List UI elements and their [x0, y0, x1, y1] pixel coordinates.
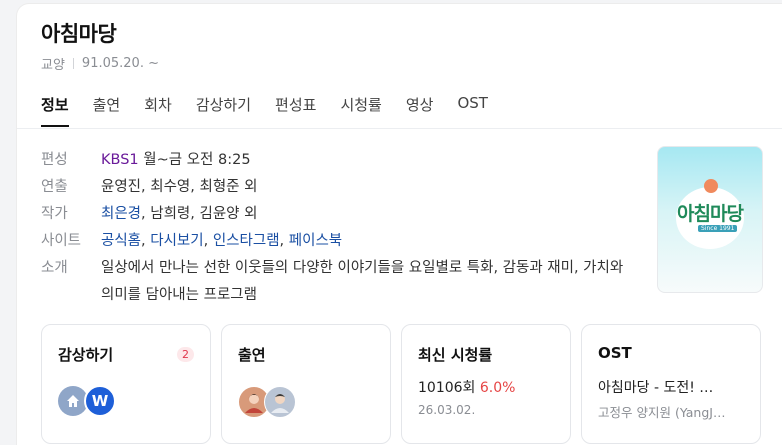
program-category[interactable]: 교양: [41, 54, 65, 73]
sun-icon: [704, 179, 718, 193]
site-link-facebook[interactable]: 페이스북: [289, 233, 342, 249]
tab-ost[interactable]: OST: [457, 94, 488, 127]
info-label: 연출: [41, 179, 68, 195]
latest-rating: 10106회 6.0%: [418, 377, 515, 397]
rating-date: 26.03.02.: [418, 403, 476, 417]
writer-link[interactable]: 최은경: [101, 206, 141, 222]
info-label: 작가: [41, 206, 68, 222]
tab-episodes[interactable]: 회차: [144, 94, 172, 127]
info-row-writer: 작가 최은경, 남희령, 김윤양 외: [41, 201, 631, 228]
w-icon[interactable]: W: [84, 385, 116, 417]
site-link-official[interactable]: 공식홈: [101, 233, 141, 249]
site-link-replay[interactable]: 다시보기: [150, 233, 203, 249]
rating-card[interactable]: 최신 시청률 10106회 6.0% 26.03.02.: [401, 324, 571, 444]
tab-watch[interactable]: 감상하기: [196, 94, 251, 127]
program-card: 아침마당 교양 91.05.20. ~ 정보 출연 회차 감상하기 편성표 시청…: [17, 4, 782, 445]
info-section: 편성 KBS1 월~금 오전 8:25 연출 윤영진, 최수영, 최형준 외 작…: [41, 147, 631, 309]
info-row-schedule: 편성 KBS1 월~금 오전 8:25: [41, 147, 631, 174]
program-title: 아침마당: [41, 22, 117, 46]
info-row-sites: 사이트 공식홈, 다시보기, 인스타그램, 페이스북: [41, 228, 631, 255]
site-link-instagram[interactable]: 인스타그램: [213, 233, 280, 249]
info-row-director: 연출 윤영진, 최수영, 최형준 외: [41, 174, 631, 201]
info-label: 소개: [41, 260, 68, 276]
info-row-intro: 소개 일상에서 만나는 선한 이웃들의 다양한 이야기들을 요일별로 특화, 감…: [41, 255, 631, 309]
watch-card[interactable]: 감상하기 2 W: [41, 324, 211, 444]
tab-divider: [17, 128, 782, 129]
info-label: 편성: [41, 152, 68, 168]
tab-ratings[interactable]: 시청률: [340, 94, 381, 127]
cast-card[interactable]: 출연: [221, 324, 391, 444]
cast-avatar-2[interactable]: [264, 386, 296, 418]
tab-cast[interactable]: 출연: [93, 94, 121, 127]
ost-artists: 고정우 양지원 (YangJ…: [598, 405, 726, 420]
poster-since: Since 1991: [698, 225, 738, 232]
card-title: 출연: [238, 346, 266, 364]
channel-link[interactable]: KBS1: [101, 152, 139, 168]
intro-text: 일상에서 만나는 선한 이웃들의 다양한 이야기들을 요일별로 특화, 감동과 …: [101, 260, 624, 303]
tab-bar: 정보 출연 회차 감상하기 편성표 시청률 영상 OST: [41, 94, 512, 127]
rating-percent: 6.0%: [479, 380, 516, 396]
program-date: 91.05.20. ~: [81, 56, 159, 71]
ost-card[interactable]: OST 아침마당 - 도전! … 고정우 양지원 (YangJ…: [581, 324, 761, 444]
director-value: 윤영진, 최수영, 최형준 외: [101, 179, 258, 195]
writer-rest: , 남희령, 김윤양 외: [141, 206, 258, 222]
rating-episode: 10106회: [418, 380, 476, 396]
card-title: 최신 시청률: [418, 346, 493, 364]
tab-videos[interactable]: 영상: [406, 94, 434, 127]
tab-info[interactable]: 정보: [41, 94, 69, 127]
poster-logo: 아침마당: [677, 203, 744, 225]
divider: [72, 58, 74, 69]
tab-schedule[interactable]: 편성표: [275, 94, 316, 127]
ost-song-title[interactable]: 아침마당 - 도전! …: [598, 377, 713, 397]
count-badge: 2: [177, 347, 194, 362]
info-label: 사이트: [41, 233, 82, 249]
program-poster[interactable]: 아침마당 Since 1991: [657, 146, 763, 293]
card-title: OST: [598, 344, 632, 362]
schedule-time: 월~금 오전 8:25: [143, 152, 251, 168]
card-title: 감상하기: [58, 346, 114, 364]
program-subtitle: 교양 91.05.20. ~: [41, 54, 159, 73]
